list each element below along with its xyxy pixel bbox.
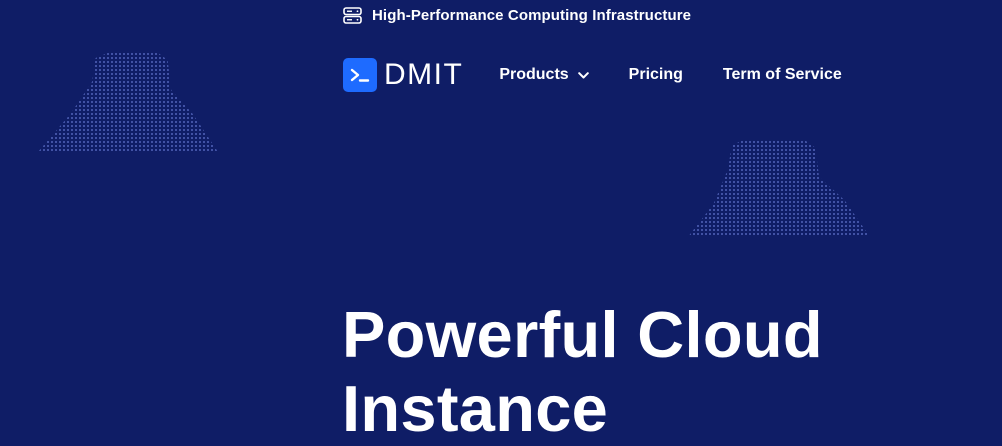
decorative-dot-pattern-right <box>688 140 870 237</box>
terminal-prompt-icon <box>343 58 377 92</box>
hero-title-line-2: Instance <box>342 372 609 445</box>
server-icon <box>343 6 362 24</box>
hero-title-line-1: Powerful Cloud <box>342 298 823 371</box>
nav-item-pricing[interactable]: Pricing <box>629 66 683 84</box>
main-navigation: DMIT Products Pricing Term of Service <box>343 56 842 94</box>
logo-wordmark: DMIT <box>384 58 464 91</box>
nav-item-products[interactable]: Products <box>499 66 589 84</box>
nav-item-label: Term of Service <box>722 66 842 83</box>
chevron-down-icon <box>577 71 589 79</box>
decorative-dot-pattern-left <box>38 52 218 152</box>
announcement-text: High-Performance Computing Infrastructur… <box>372 6 692 24</box>
nav-item-label: Pricing <box>628 66 683 83</box>
announcement-bar: High-Performance Computing Infrastructur… <box>343 5 691 25</box>
logo-link[interactable]: DMIT <box>343 58 463 92</box>
nav-item-term-of-service[interactable]: Term of Service <box>723 66 842 84</box>
hero-title: Powerful Cloud Instance <box>342 298 942 446</box>
nav-item-label: Products <box>499 66 569 83</box>
